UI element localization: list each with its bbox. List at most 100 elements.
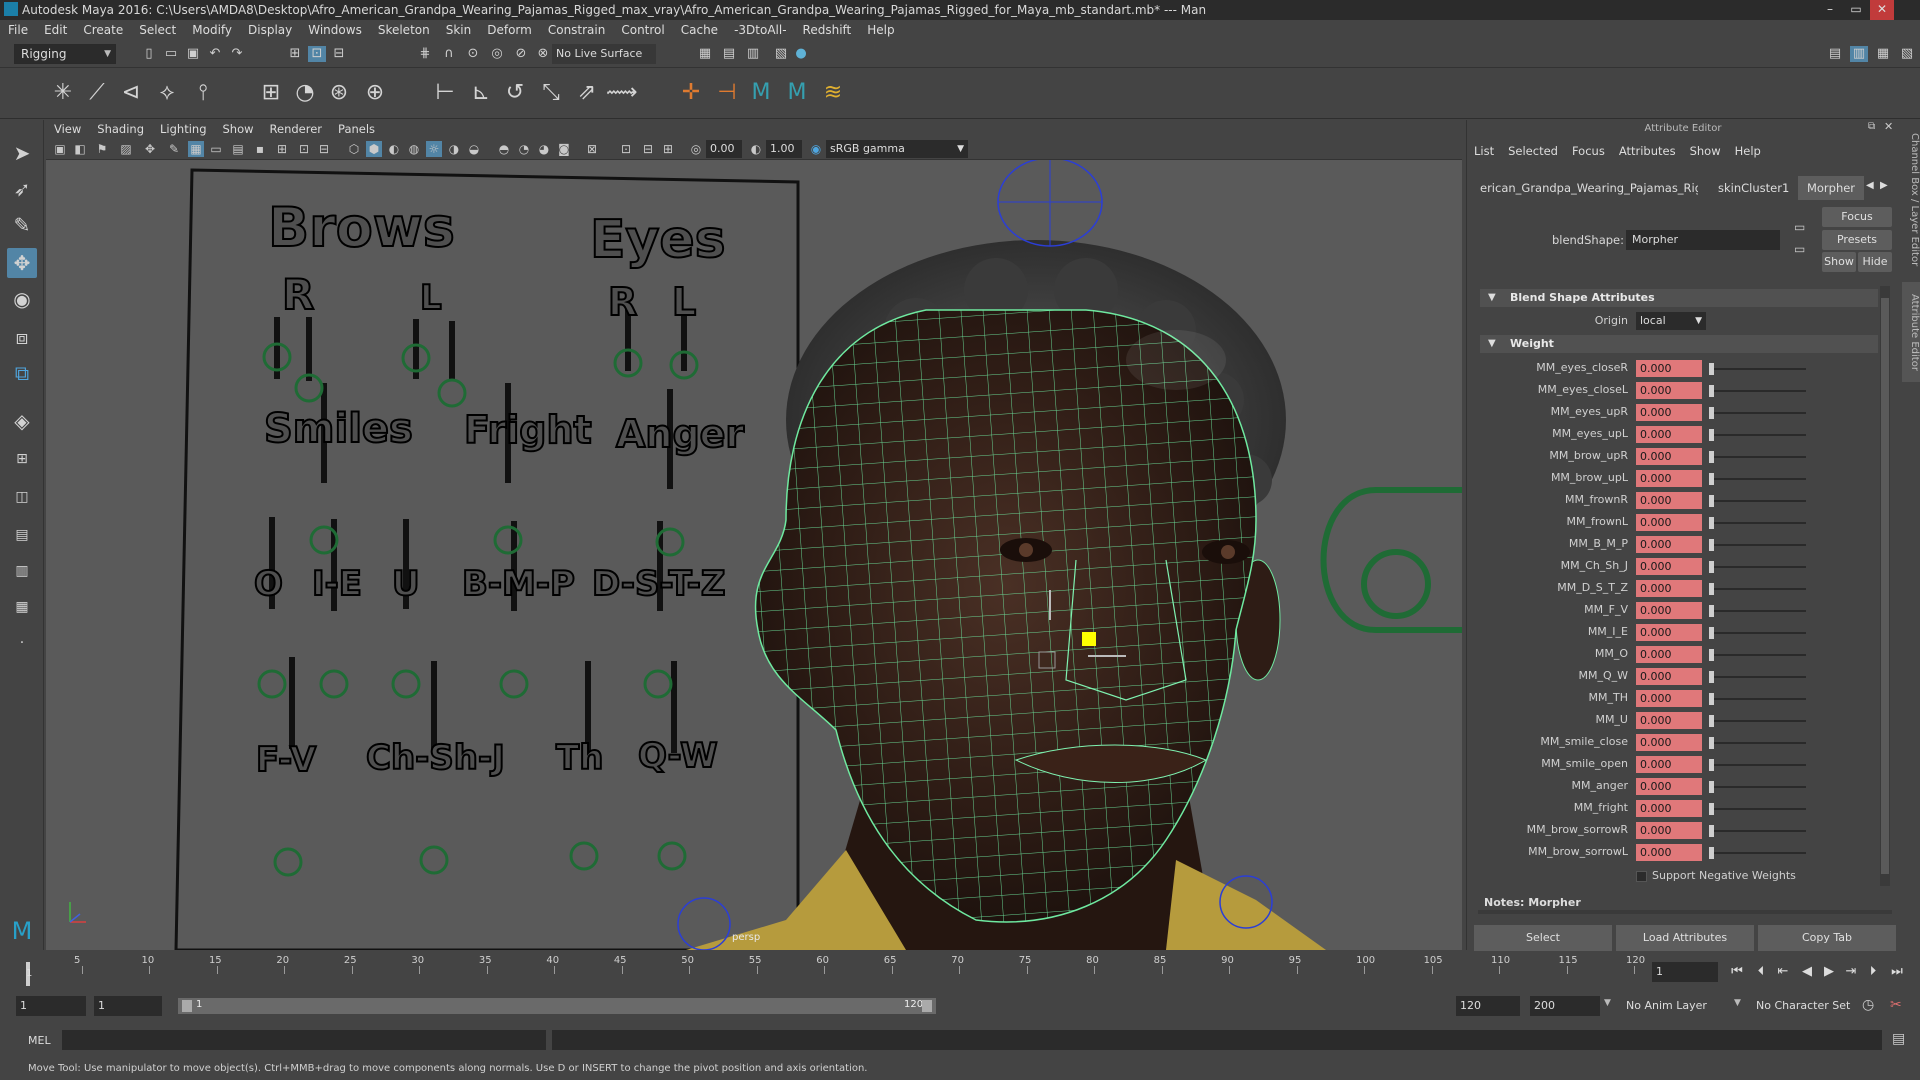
render-frame-icon[interactable]: ▤	[720, 46, 738, 62]
menu-skeleton[interactable]: Skeleton	[370, 23, 438, 37]
anim-prefs-icon[interactable]: ✂	[1890, 997, 1902, 1013]
xray-joints-icon[interactable]: ⊡	[618, 141, 634, 157]
weight-value-field[interactable]: 0.000	[1636, 514, 1702, 531]
weight-slider-track[interactable]	[1712, 764, 1806, 766]
weight-value-field[interactable]: 0.000	[1636, 426, 1702, 443]
move-tool-icon[interactable]: ✥	[7, 248, 37, 278]
joint-tool-icon[interactable]: ✳	[48, 78, 78, 108]
set-driven-key-icon[interactable]: ⊣	[712, 78, 742, 108]
weight-slider-handle[interactable]	[1709, 737, 1714, 749]
menu-deform[interactable]: Deform	[479, 23, 540, 37]
weight-slider-track[interactable]	[1712, 434, 1806, 436]
minimize-button[interactable]: –	[1818, 0, 1842, 20]
weight-slider-track[interactable]	[1712, 412, 1806, 414]
ae-menu-selected[interactable]: Selected	[1508, 144, 1558, 158]
weight-slider-track[interactable]	[1712, 720, 1806, 722]
mel-label[interactable]: MEL	[28, 1034, 51, 1047]
mm-script-icon[interactable]: M	[746, 78, 776, 108]
range-end-handle[interactable]	[922, 1000, 932, 1012]
weight-slider-handle[interactable]	[1709, 649, 1714, 661]
snap-point-icon[interactable]: ⊙	[464, 46, 482, 62]
weight-slider-track[interactable]	[1712, 566, 1806, 568]
range-start-handle[interactable]	[182, 1000, 192, 1012]
gamma-field[interactable]: 1.00	[766, 140, 802, 158]
graph-layout-icon[interactable]: ▥	[7, 556, 37, 586]
perspective-viewport[interactable]: Brows Eyes R L R L Smiles Fright Anger O…	[46, 160, 1462, 950]
tab-morpher[interactable]: Morpher	[1798, 176, 1864, 200]
menu-display[interactable]: Display	[240, 23, 300, 37]
weight-slider-track[interactable]	[1712, 786, 1806, 788]
weight-slider-track[interactable]	[1712, 742, 1806, 744]
attribute-editor-side-tab[interactable]: Attribute Editor	[1902, 282, 1920, 382]
render-view-icon[interactable]: ▧	[772, 46, 790, 62]
menu-cache[interactable]: Cache	[673, 23, 726, 37]
isolate-select-icon[interactable]: ◙	[556, 141, 572, 157]
menu-help[interactable]: Help	[859, 23, 902, 37]
ambient-occlusion-icon[interactable]: ◒	[466, 141, 482, 157]
weight-value-field[interactable]: 0.000	[1636, 690, 1702, 707]
orient-constraint-icon[interactable]: ↺	[500, 78, 530, 108]
range-bar[interactable]: 1 120	[178, 998, 936, 1014]
weight-slider-handle[interactable]	[1709, 605, 1714, 617]
select-tool-icon[interactable]: ➤	[7, 138, 37, 168]
menu-3dtoall[interactable]: -3DtoAll-	[726, 23, 794, 37]
weight-slider-handle[interactable]	[1709, 451, 1714, 463]
weight-value-field[interactable]: 0.000	[1636, 558, 1702, 575]
hypershade-layout-icon[interactable]: ▦	[7, 592, 37, 622]
focus-button[interactable]: Focus	[1822, 207, 1892, 227]
load-attributes-button[interactable]: Load Attributes	[1616, 925, 1754, 951]
weight-slider-handle[interactable]	[1709, 759, 1714, 771]
grease-pencil-icon[interactable]: ✎	[166, 141, 182, 157]
weight-value-field[interactable]: 0.000	[1636, 778, 1702, 795]
grid-toggle-icon[interactable]: ▦	[188, 141, 204, 157]
menu-redshift[interactable]: Redshift	[795, 23, 860, 37]
redo-icon[interactable]: ↷	[228, 46, 246, 62]
ae-scrollbar-thumb[interactable]	[1881, 298, 1889, 874]
weight-slider-track[interactable]	[1712, 522, 1806, 524]
select-camera-icon[interactable]: ▣	[52, 141, 68, 157]
paint-select-icon[interactable]: ✎	[7, 210, 37, 240]
weight-slider-track[interactable]	[1712, 676, 1806, 678]
orient-joint-icon[interactable]: ⟡	[152, 78, 182, 108]
vp-menu-view[interactable]: View	[46, 122, 89, 136]
weight-slider-track[interactable]	[1712, 544, 1806, 546]
paint-weights-icon[interactable]: ◔	[290, 78, 320, 108]
undo-icon[interactable]: ↶	[206, 46, 224, 62]
weight-slider-handle[interactable]	[1709, 473, 1714, 485]
four-view-layout-icon[interactable]: ⊞	[7, 444, 37, 474]
snap-grid-icon[interactable]: ⋕	[416, 46, 434, 62]
camera-attr-icon[interactable]: ◧	[72, 141, 88, 157]
shadows-icon[interactable]: ◑	[446, 141, 462, 157]
weight-value-field[interactable]: 0.000	[1636, 822, 1702, 839]
scale-constraint-icon[interactable]: ⤡	[536, 78, 566, 108]
menu-create[interactable]: Create	[75, 23, 131, 37]
outliner-layout-icon[interactable]: ▤	[7, 520, 37, 550]
image-plane-icon[interactable]: ▨	[118, 141, 134, 157]
ae-menu-help[interactable]: Help	[1735, 144, 1761, 158]
color-management-icon[interactable]: ◉	[808, 141, 824, 157]
chevron-down-icon[interactable]: ▼	[1734, 998, 1741, 1008]
ae-menu-show[interactable]: Show	[1690, 144, 1721, 158]
locator-icon[interactable]: ✛	[676, 78, 706, 108]
weight-slider-handle[interactable]	[1709, 429, 1714, 441]
field-chart-icon[interactable]: ⊞	[274, 141, 290, 157]
support-negative-checkbox[interactable]	[1636, 871, 1647, 882]
weight-value-field[interactable]: 0.000	[1636, 712, 1702, 729]
weight-value-field[interactable]: 0.000	[1636, 734, 1702, 751]
weight-slider-handle[interactable]	[1709, 825, 1714, 837]
weight-value-field[interactable]: 0.000	[1636, 844, 1702, 861]
menu-set-dropdown[interactable]: Rigging ▼	[14, 44, 116, 64]
hide-button[interactable]: Hide	[1858, 252, 1892, 272]
rotate-tool-icon[interactable]: ◉	[7, 284, 37, 314]
channel-box-toggle-icon[interactable]: ▧	[1898, 46, 1916, 62]
pole-vector-icon[interactable]: ⟿	[606, 78, 638, 108]
snap-view-icon[interactable]: ◎	[488, 46, 506, 62]
aim-constraint-icon[interactable]: ⇗	[572, 78, 602, 108]
weight-slider-handle[interactable]	[1709, 517, 1714, 529]
move-manipulator-center[interactable]	[1082, 632, 1096, 646]
weight-value-field[interactable]: 0.000	[1636, 800, 1702, 817]
step-forward-frame-icon[interactable]: ⇥	[1842, 964, 1860, 980]
weight-slider-handle[interactable]	[1709, 385, 1714, 397]
anim-layer-dropdown[interactable]: No Anim Layer	[1622, 996, 1742, 1016]
layout-options-icon[interactable]: ·	[7, 628, 37, 658]
